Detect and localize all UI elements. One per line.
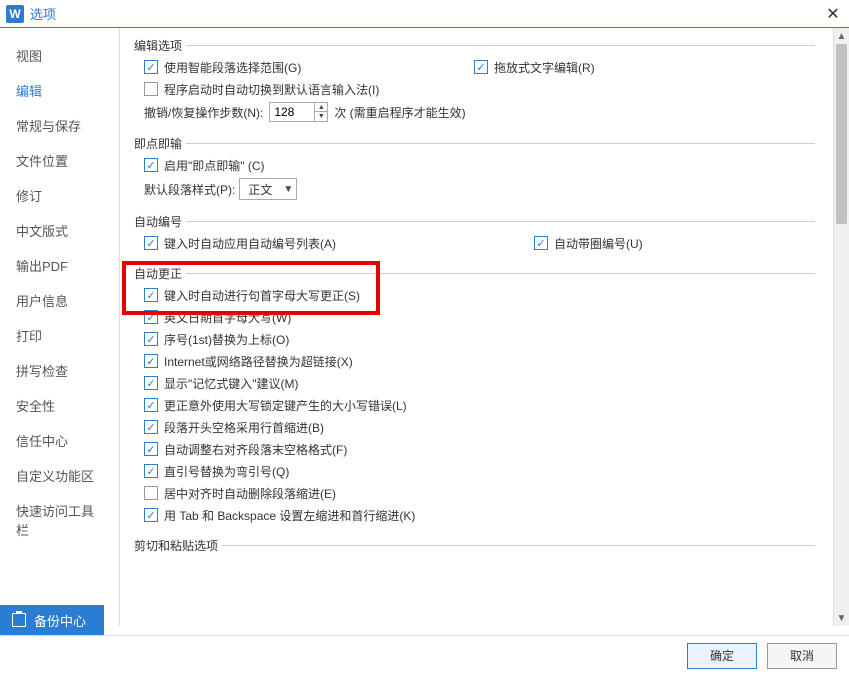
checkbox-ac-0[interactable]: ✓ xyxy=(144,288,158,302)
label-paragraph-style: 默认段落样式(P): xyxy=(144,181,235,198)
checkbox-apply-list[interactable]: ✓ xyxy=(144,236,158,250)
label-ac-1: 英文日期首字母大写(W) xyxy=(164,309,291,326)
sidebar-item-export-pdf[interactable]: 输出PDF xyxy=(0,248,119,283)
group-clicktype-title: 即点即输 xyxy=(134,135,186,152)
scroll-up-icon[interactable]: ▲ xyxy=(834,28,849,44)
label-enable-clicktype: 启用"即点即输" (C) xyxy=(164,157,265,174)
backup-label: 备份中心 xyxy=(34,611,86,630)
spin-up-icon[interactable]: ▲ xyxy=(315,103,327,112)
label-drag-edit: 拖放式文字编辑(R) xyxy=(494,59,595,76)
sidebar-item-user-info[interactable]: 用户信息 xyxy=(0,283,119,318)
label-apply-list: 键入时自动应用自动编号列表(A) xyxy=(164,235,336,252)
scroll-thumb[interactable] xyxy=(836,44,847,224)
label-ac-9: 居中对齐时自动删除段落缩进(E) xyxy=(164,485,336,502)
label-ac-7: 自动调整右对齐段落末空格格式(F) xyxy=(164,441,347,458)
window-title: 选项 xyxy=(30,4,823,23)
close-button[interactable]: ✕ xyxy=(823,4,843,24)
checkbox-ac-4[interactable]: ✓ xyxy=(144,376,158,390)
checkbox-ac-9[interactable]: ✓ xyxy=(144,486,158,500)
sidebar-item-security[interactable]: 安全性 xyxy=(0,388,119,423)
paragraph-style-combo[interactable]: 正文 ▼ xyxy=(239,178,297,200)
chevron-down-icon: ▼ xyxy=(280,179,296,199)
ok-button[interactable]: 确定 xyxy=(687,643,757,669)
backup-icon xyxy=(12,613,26,627)
cancel-button[interactable]: 取消 xyxy=(767,643,837,669)
sidebar: 视图 编辑 常规与保存 文件位置 修订 中文版式 输出PDF 用户信息 打印 拼… xyxy=(0,28,120,626)
label-undo-note: 次 (需重启程序才能生效) xyxy=(334,104,465,121)
label-circle-num: 自动带圈编号(U) xyxy=(554,235,643,252)
group-autocorrect-title: 自动更正 xyxy=(134,265,186,282)
content-panel: 编辑选项 ✓ 使用智能段落选择范围(G) ✓ 拖放式文字编辑(R) ✓ 程序启动… xyxy=(120,28,833,626)
sidebar-item-print[interactable]: 打印 xyxy=(0,318,119,353)
label-ac-8: 直引号替换为弯引号(Q) xyxy=(164,463,289,480)
checkbox-ac-6[interactable]: ✓ xyxy=(144,420,158,434)
sidebar-item-chinese-layout[interactable]: 中文版式 xyxy=(0,213,119,248)
vertical-scrollbar[interactable]: ▲ ▼ xyxy=(833,28,849,626)
checkbox-ac-5[interactable]: ✓ xyxy=(144,398,158,412)
sidebar-item-file-location[interactable]: 文件位置 xyxy=(0,143,119,178)
checkbox-ac-7[interactable]: ✓ xyxy=(144,442,158,456)
checkbox-ac-8[interactable]: ✓ xyxy=(144,464,158,478)
checkbox-enable-clicktype[interactable]: ✓ xyxy=(144,158,158,172)
group-edit-title: 编辑选项 xyxy=(134,37,186,54)
label-ac-0: 键入时自动进行句首字母大写更正(S) xyxy=(164,287,360,304)
sidebar-item-custom-ribbon[interactable]: 自定义功能区 xyxy=(0,458,119,493)
label-ac-10: 用 Tab 和 Backspace 设置左缩进和首行缩进(K) xyxy=(164,507,415,524)
group-cut-paste: 剪切和粘贴选项 xyxy=(134,538,815,560)
sidebar-item-spellcheck[interactable]: 拼写检查 xyxy=(0,353,119,388)
sidebar-item-general-save[interactable]: 常规与保存 xyxy=(0,108,119,143)
checkbox-ac-10[interactable]: ✓ xyxy=(144,508,158,522)
title-bar: W 选项 ✕ xyxy=(0,0,849,28)
label-ac-3: Internet或网络路径替换为超链接(X) xyxy=(164,353,353,370)
label-ac-6: 段落开头空格采用行首缩进(B) xyxy=(164,419,324,436)
label-ac-2: 序号(1st)替换为上标(O) xyxy=(164,331,289,348)
spin-down-icon[interactable]: ▼ xyxy=(315,112,327,121)
sidebar-item-trust-center[interactable]: 信任中心 xyxy=(0,423,119,458)
group-auto-number: 自动编号 ✓ 键入时自动应用自动编号列表(A) ✓ 自动带圈编号(U) xyxy=(134,214,815,258)
label-smart-range: 使用智能段落选择范围(G) xyxy=(164,59,301,76)
checkbox-ac-1[interactable]: ✓ xyxy=(144,310,158,324)
group-autonum-title: 自动编号 xyxy=(134,213,186,230)
sidebar-item-revision[interactable]: 修订 xyxy=(0,178,119,213)
checkbox-drag-edit[interactable]: ✓ xyxy=(474,60,488,74)
checkbox-smart-range[interactable]: ✓ xyxy=(144,60,158,74)
label-undo-steps: 撤销/恢复操作步数(N): xyxy=(144,104,263,121)
group-cutpaste-title: 剪切和粘贴选项 xyxy=(134,537,222,554)
group-edit-options: 编辑选项 ✓ 使用智能段落选择范围(G) ✓ 拖放式文字编辑(R) ✓ 程序启动… xyxy=(134,38,815,128)
backup-center-button[interactable]: 备份中心 xyxy=(0,605,104,635)
label-ac-4: 显示"记忆式键入"建议(M) xyxy=(164,375,299,392)
undo-steps-input[interactable]: ▲▼ xyxy=(269,102,328,122)
paragraph-style-value: 正文 xyxy=(240,181,280,198)
checkbox-start-ime[interactable]: ✓ xyxy=(144,82,158,96)
checkbox-ac-3[interactable]: ✓ xyxy=(144,354,158,368)
sidebar-item-edit[interactable]: 编辑 xyxy=(0,73,119,108)
checkbox-circle-num[interactable]: ✓ xyxy=(534,236,548,250)
group-click-type: 即点即输 ✓ 启用"即点即输" (C) 默认段落样式(P): 正文 ▼ xyxy=(134,136,815,206)
app-icon: W xyxy=(6,5,24,23)
group-auto-correct: 自动更正 ✓ 键入时自动进行句首字母大写更正(S) ✓ 英文日期首字母大写(W) ✓… xyxy=(134,266,815,530)
sidebar-item-quick-access[interactable]: 快速访问工具栏 xyxy=(0,493,119,547)
checkbox-ac-2[interactable]: ✓ xyxy=(144,332,158,346)
sidebar-item-view[interactable]: 视图 xyxy=(0,38,119,73)
label-start-ime: 程序启动时自动切换到默认语言输入法(I) xyxy=(164,81,379,98)
label-ac-5: 更正意外使用大写锁定键产生的大小写错误(L) xyxy=(164,397,407,414)
undo-steps-field[interactable] xyxy=(269,102,315,122)
